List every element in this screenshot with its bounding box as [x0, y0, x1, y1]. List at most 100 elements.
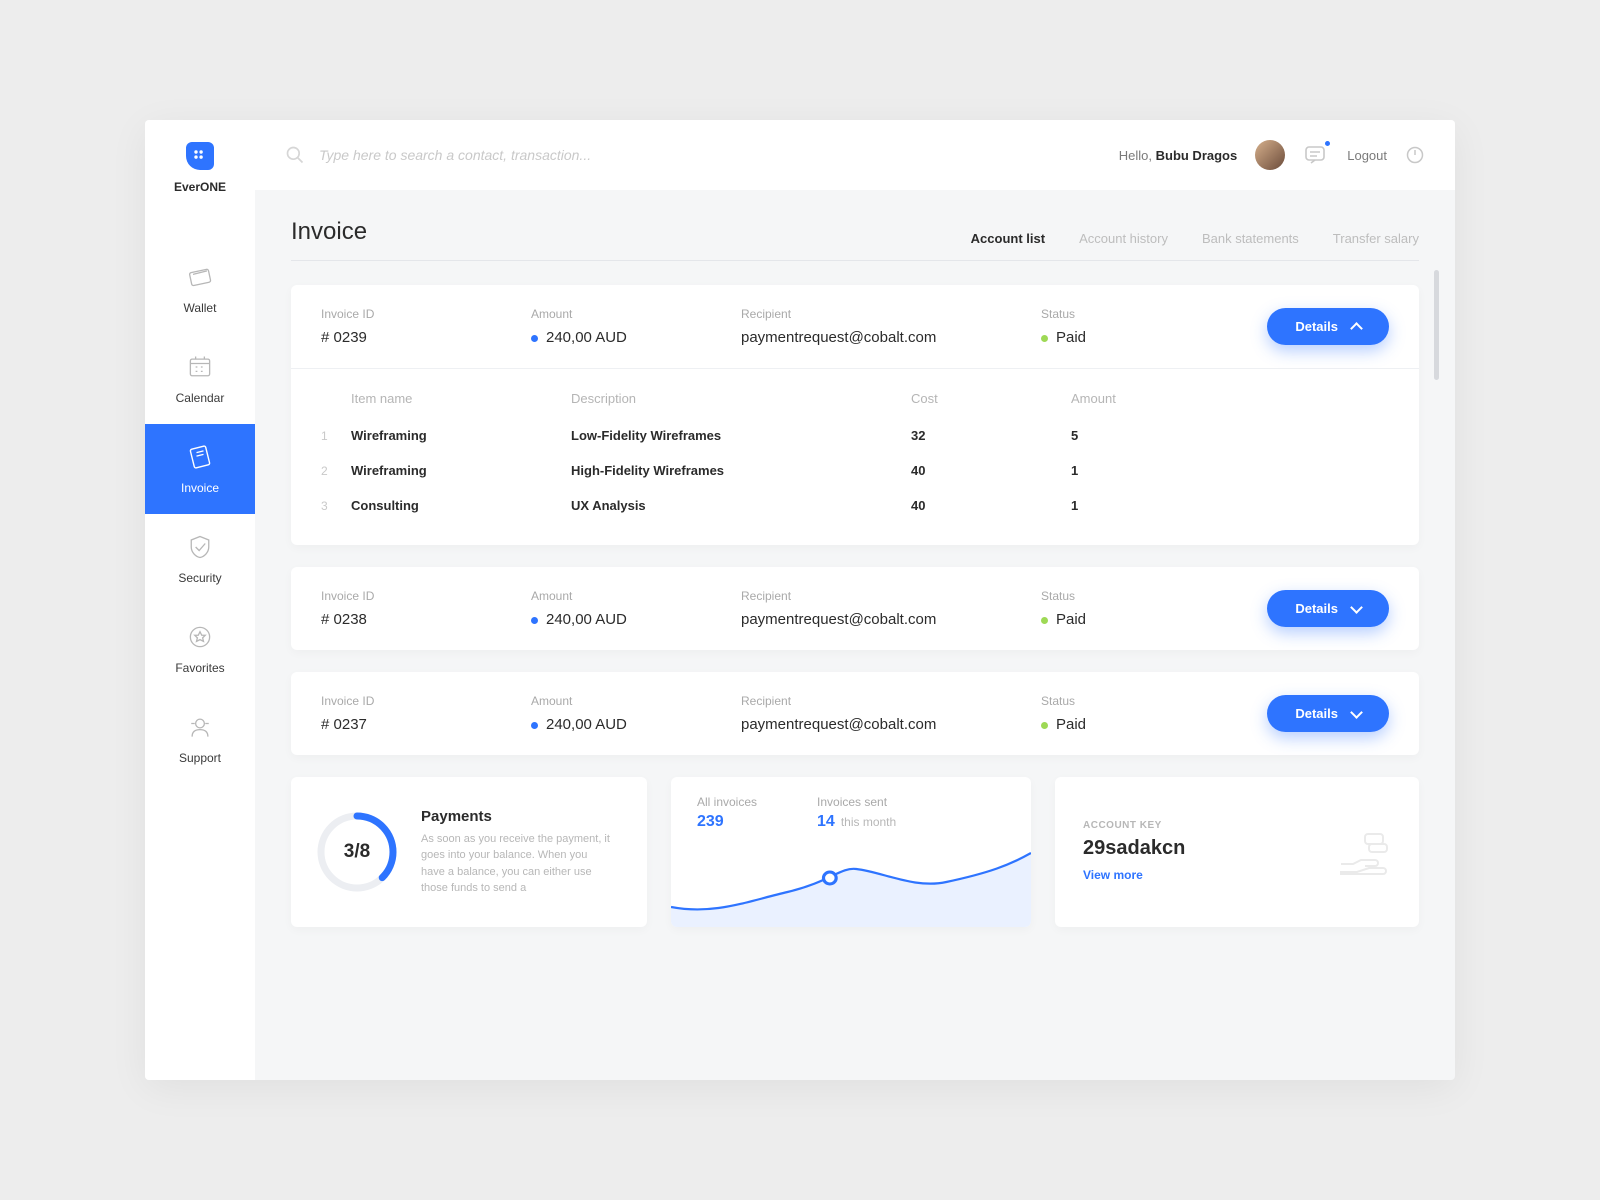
- dot-status-icon: [1041, 722, 1048, 729]
- dot-amount-icon: [531, 722, 538, 729]
- hand-coins-icon: [1335, 824, 1391, 880]
- page-header: Invoice Account list Account history Ban…: [291, 218, 1419, 261]
- label-invoice-id: Invoice ID: [321, 307, 521, 321]
- invoice-status: Paid: [1041, 329, 1161, 346]
- invoice-id: # 0238: [321, 611, 521, 628]
- chevron-down-icon: [1350, 601, 1363, 614]
- dot-amount-icon: [531, 617, 538, 624]
- account-key-value: 29sadakcn: [1083, 837, 1185, 860]
- avatar[interactable]: [1255, 140, 1285, 170]
- invoice-status: Paid: [1041, 716, 1161, 733]
- invoice-icon: [186, 443, 214, 471]
- invoice-amount: 240,00 AUD: [531, 611, 731, 628]
- invoice-items: Item name Description Cost Amount 1Wiref…: [291, 368, 1419, 545]
- dot-status-icon: [1041, 335, 1048, 342]
- notification-dot: [1324, 140, 1331, 147]
- shield-icon: [186, 533, 214, 561]
- content: Invoice Account list Account history Ban…: [255, 190, 1455, 1080]
- sidebar-item-support[interactable]: Support: [145, 694, 255, 784]
- invoice-card: Invoice ID# 0238 Amount240,00 AUD Recipi…: [291, 567, 1419, 650]
- col-item-name: Item name: [351, 391, 571, 406]
- main-column: Hello, Bubu Dragos Logout Invoice Accoun…: [255, 120, 1455, 1080]
- progress-ring: 3/8: [315, 810, 399, 894]
- tab-account-list[interactable]: Account list: [971, 231, 1045, 246]
- sidebar-item-wallet[interactable]: Wallet: [145, 244, 255, 334]
- scrollbar-thumb[interactable]: [1434, 270, 1439, 380]
- tab-transfer-salary[interactable]: Transfer salary: [1333, 231, 1419, 246]
- nav-label: Calendar: [176, 391, 225, 405]
- nav-label: Wallet: [184, 301, 217, 315]
- messages-button[interactable]: [1303, 142, 1329, 168]
- item-row: 3ConsultingUX Analysis401: [321, 488, 1389, 523]
- page-title: Invoice: [291, 218, 367, 246]
- greeting-user: Bubu Dragos: [1156, 148, 1238, 163]
- dot-amount-icon: [531, 335, 538, 342]
- widget-title: Payments: [421, 808, 611, 825]
- support-agent-icon: [186, 713, 214, 741]
- search-input[interactable]: [319, 147, 799, 163]
- line-chart-icon: [671, 847, 1031, 927]
- scrollbar[interactable]: [1434, 270, 1439, 800]
- widget-payments: 3/8 Payments As soon as you receive the …: [291, 777, 647, 927]
- nav-label: Invoice: [181, 481, 219, 495]
- view-more-link[interactable]: View more: [1083, 868, 1143, 882]
- invoice-recipient: paymentrequest@cobalt.com: [741, 329, 1031, 346]
- search-wrap: [285, 145, 1101, 165]
- calendar-icon: [186, 353, 214, 381]
- app-window: EverONE Wallet Calendar Invoice Security…: [145, 120, 1455, 1080]
- dot-status-icon: [1041, 617, 1048, 624]
- brand: EverONE: [174, 142, 226, 194]
- sidebar-item-favorites[interactable]: Favorites: [145, 604, 255, 694]
- sidebar-item-calendar[interactable]: Calendar: [145, 334, 255, 424]
- invoice-card: Invoice ID # 0239 Amount 240,00 AUD Recipi…: [291, 285, 1419, 545]
- widget-account-key: ACCOUNT KEY 29sadakcn View more: [1055, 777, 1419, 927]
- invoice-status: Paid: [1041, 611, 1161, 628]
- wallet-icon: [186, 263, 214, 291]
- item-row: 1WireframingLow-Fidelity Wireframes325: [321, 418, 1389, 453]
- widget-text: As soon as you receive the payment, it g…: [421, 831, 611, 897]
- invoice-recipient: paymentrequest@cobalt.com: [741, 716, 1031, 733]
- invoice-id: # 0239: [321, 329, 521, 346]
- nav-label: Security: [178, 571, 221, 585]
- invoice-amount: 240,00 AUD: [531, 329, 731, 346]
- col-amount: Amount: [1071, 391, 1191, 406]
- nav-label: Support: [179, 751, 221, 765]
- all-invoices-label: All invoices: [697, 795, 757, 809]
- items-header: Item name Description Cost Amount: [321, 383, 1389, 418]
- tabs: Account list Account history Bank statem…: [971, 231, 1419, 246]
- invoice-summary-row: Invoice ID # 0239 Amount 240,00 AUD Recipi…: [291, 285, 1419, 368]
- label-status: Status: [1041, 307, 1161, 321]
- invoice-summary-row: Invoice ID# 0237 Amount240,00 AUD Recipi…: [291, 672, 1419, 755]
- invoice-card: Invoice ID# 0237 Amount240,00 AUD Recipi…: [291, 672, 1419, 755]
- chevron-down-icon: [1350, 706, 1363, 719]
- tab-account-history[interactable]: Account history: [1079, 231, 1168, 246]
- power-icon[interactable]: [1405, 145, 1425, 165]
- star-badge-icon: [186, 623, 214, 651]
- details-button[interactable]: Details: [1267, 590, 1389, 627]
- details-button[interactable]: Details: [1267, 695, 1389, 732]
- invoices-sent-label: Invoices sent: [817, 795, 896, 809]
- nav-label: Favorites: [175, 661, 224, 675]
- tab-bank-statements[interactable]: Bank statements: [1202, 231, 1299, 246]
- col-description: Description: [571, 391, 911, 406]
- col-cost: Cost: [911, 391, 1071, 406]
- widgets-row: 3/8 Payments As soon as you receive the …: [291, 777, 1419, 927]
- invoice-summary-row: Invoice ID# 0238 Amount240,00 AUD Recipi…: [291, 567, 1419, 650]
- topbar: Hello, Bubu Dragos Logout: [255, 120, 1455, 190]
- invoice-id: # 0237: [321, 716, 521, 733]
- chevron-up-icon: [1350, 322, 1363, 335]
- label-amount: Amount: [531, 307, 731, 321]
- label-recipient: Recipient: [741, 307, 1031, 321]
- greeting: Hello, Bubu Dragos: [1119, 148, 1237, 163]
- greeting-prefix: Hello,: [1119, 148, 1156, 163]
- invoices-sent-value: 14this month: [817, 813, 896, 831]
- widget-invoices-chart: All invoices 239 Invoices sent 14this mo…: [671, 777, 1031, 927]
- details-button[interactable]: Details: [1267, 308, 1389, 345]
- logout-link[interactable]: Logout: [1347, 148, 1387, 163]
- progress-ratio: 3/8: [315, 810, 399, 894]
- invoice-recipient: paymentrequest@cobalt.com: [741, 611, 1031, 628]
- sidebar-item-invoice[interactable]: Invoice: [145, 424, 255, 514]
- brand-name: EverONE: [174, 180, 226, 194]
- account-key-label: ACCOUNT KEY: [1083, 820, 1185, 831]
- sidebar-item-security[interactable]: Security: [145, 514, 255, 604]
